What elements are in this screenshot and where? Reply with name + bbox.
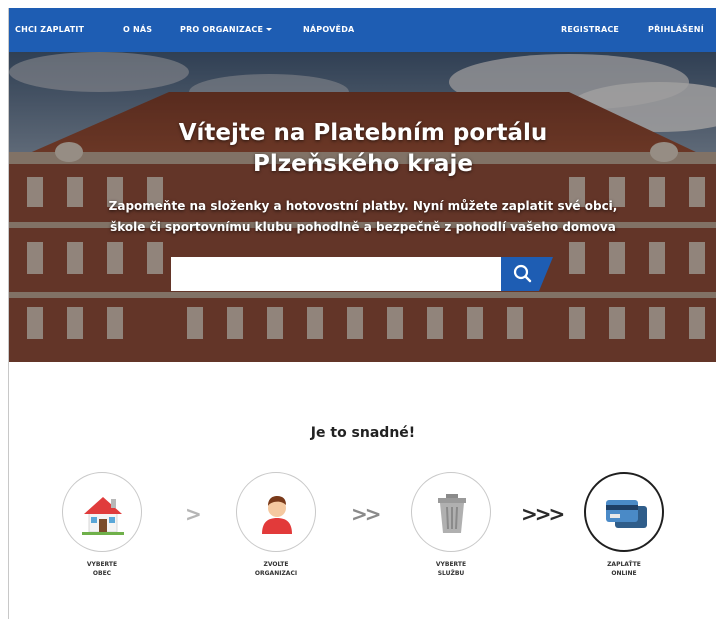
nav-pro-organizace-label: PRO ORGANIZACE — [180, 25, 264, 34]
step-label-line1: VYBERTE — [86, 561, 118, 568]
hero-subtitle-line1: Zapomeňte na složenky a hotovostní platb… — [108, 199, 618, 213]
step-circle[interactable] — [62, 472, 142, 552]
credit-card-icon — [606, 500, 647, 528]
hero-title-line1: Vítejte na Platebním portálu — [178, 120, 548, 146]
hero-title: Vítejte na Platebním portálu Plzeňského … — [9, 118, 716, 180]
hero-title-line2: Plzeňského kraje — [253, 151, 473, 177]
step-arrow-2: >> — [351, 502, 381, 526]
step-label-line2: OBEC — [92, 570, 112, 577]
step-label-line2: ORGANIZACI — [254, 570, 298, 577]
step-label: VYBERTE SLUŽBU — [406, 560, 496, 578]
nav-o-nas[interactable]: O NÁS — [123, 8, 152, 52]
house-icon — [82, 497, 124, 535]
nav-pro-organizace[interactable]: PRO ORGANIZACE — [180, 8, 273, 52]
step-label-line1: ZVOLTE — [263, 561, 289, 568]
step-label: VYBERTE OBEC — [57, 560, 147, 578]
hero-banner: Vítejte na Platebním portálu Plzeňského … — [9, 52, 716, 362]
page: CHCI ZAPLATIT O NÁS PRO ORGANIZACE NÁPOV… — [8, 8, 716, 619]
step-label-line1: ZAPLAŤTE — [607, 561, 641, 568]
search-input[interactable] — [171, 257, 501, 291]
step-arrow-3: >>> — [521, 502, 565, 526]
step-label: ZAPLAŤTE ONLINE — [579, 560, 669, 578]
step-label-line2: ONLINE — [611, 570, 637, 577]
step-label-line2: SLUŽBU — [437, 570, 465, 577]
step-circle[interactable] — [584, 472, 664, 552]
step-label-line1: VYBERTE — [435, 561, 467, 568]
step-label: ZVOLTE ORGANIZACI — [231, 560, 321, 578]
hero-subtitle-line2: škole či sportovnímu klubu pohodlně a be… — [110, 220, 616, 234]
person-icon — [262, 496, 292, 534]
nav-registrace[interactable]: REGISTRACE — [561, 8, 619, 52]
section-title: Je to snadné! — [310, 425, 416, 441]
search-button[interactable] — [501, 257, 553, 291]
nav-chci-zaplatit[interactable]: CHCI ZAPLATIT — [15, 8, 84, 52]
nav-prihlaseni[interactable]: PŘIHLÁŠENÍ — [648, 8, 704, 52]
hero-subtitle: Zapomeňte na složenky a hotovostní platb… — [9, 196, 716, 238]
nav-napoveda[interactable]: NÁPOVĚDA — [303, 8, 354, 52]
chevron-down-icon — [266, 28, 273, 31]
step-circle[interactable] — [411, 472, 491, 552]
top-navbar: CHCI ZAPLATIT O NÁS PRO ORGANIZACE NÁPOV… — [9, 8, 716, 52]
step-arrow-1: > — [185, 502, 202, 526]
trash-bin-icon — [438, 494, 466, 533]
step-circle[interactable] — [236, 472, 316, 552]
